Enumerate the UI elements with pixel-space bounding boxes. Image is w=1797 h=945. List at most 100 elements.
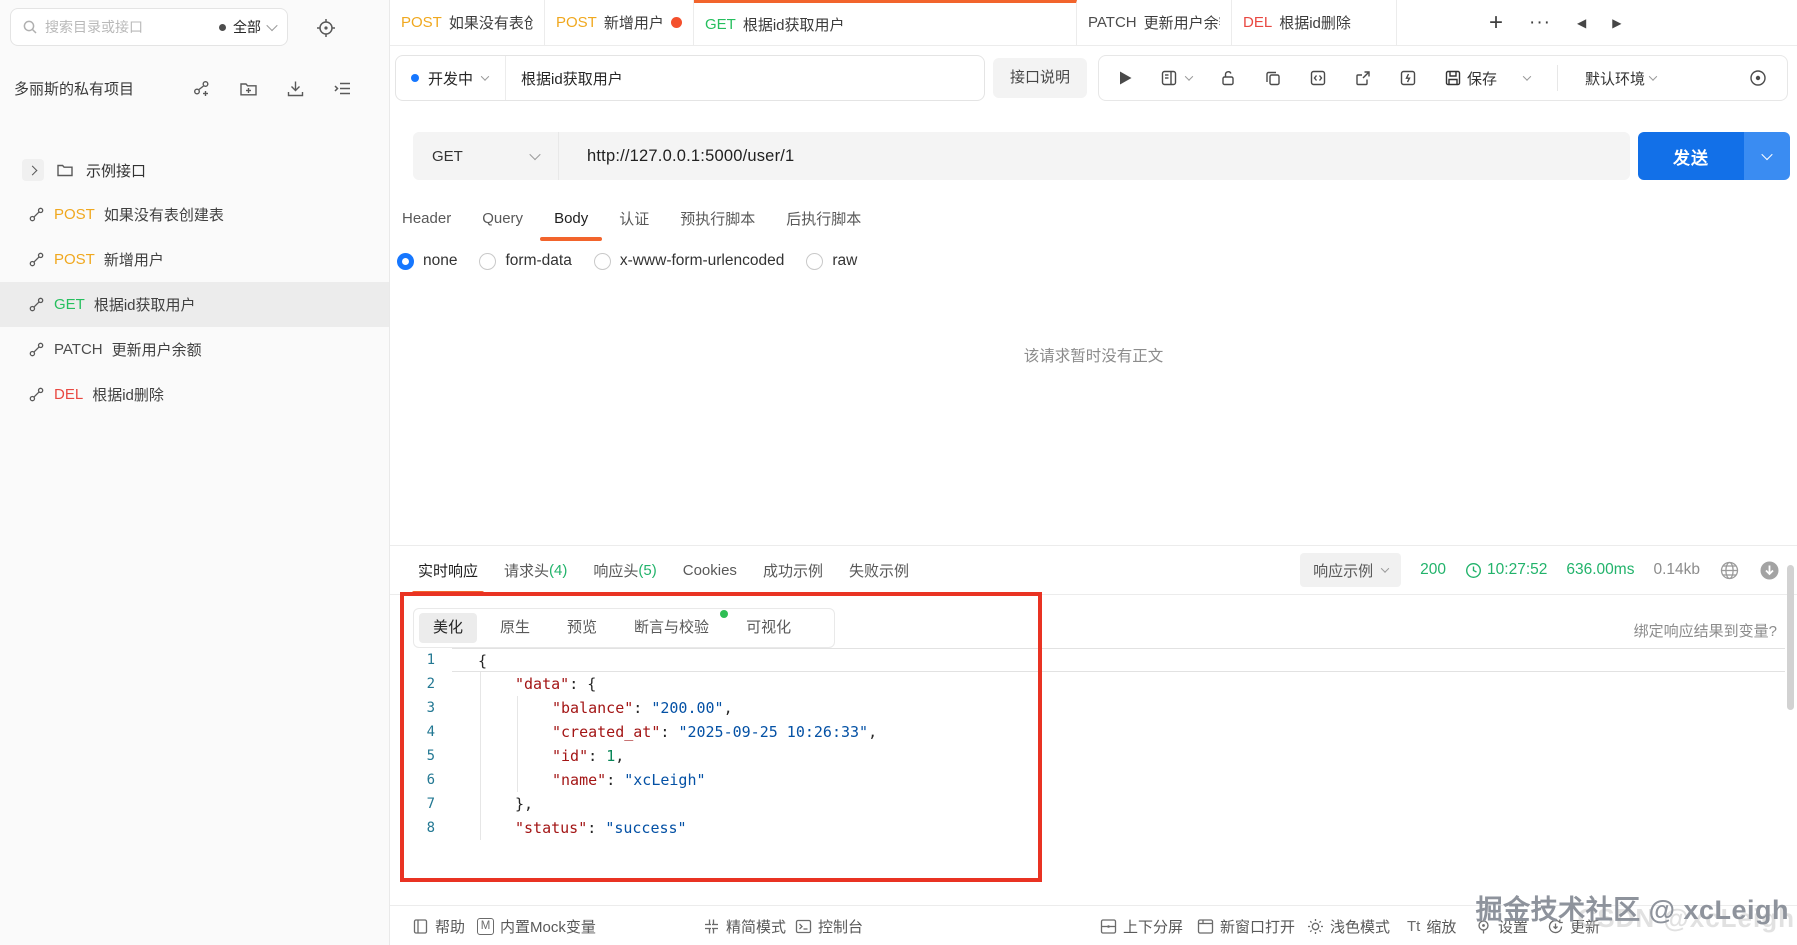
share-icon[interactable] [1354, 69, 1372, 87]
new-tab-icon[interactable]: + [1489, 10, 1503, 35]
api-icon [28, 251, 45, 268]
tab-auth[interactable]: 认证 [619, 192, 649, 244]
new-folder-icon[interactable] [239, 79, 258, 98]
view-tab-assert[interactable]: 断言与校验 [620, 610, 729, 643]
run-icon[interactable] [1118, 70, 1133, 86]
light-mode-button[interactable]: 浅色模式 [1307, 906, 1390, 945]
unsaved-dot [671, 17, 682, 28]
radio-none[interactable]: none [397, 252, 457, 270]
view-tab-raw[interactable]: 原生 [486, 613, 544, 643]
environment-dropdown[interactable]: 默认环境 [1585, 68, 1658, 89]
tab-request-headers[interactable]: 请求头 (4) [504, 546, 567, 594]
console-button[interactable]: 控制台 [795, 906, 863, 945]
method-badge: PATCH [54, 341, 103, 358]
docs-panel-dropdown[interactable] [1160, 69, 1194, 87]
tab-header[interactable]: Header [402, 192, 451, 244]
tab-fail-example[interactable]: 失败示例 [849, 546, 909, 594]
bolt-icon[interactable] [1399, 69, 1417, 87]
tab-body[interactable]: Body [539, 192, 603, 244]
body-type-options: none form-data x-www-form-urlencoded raw [397, 252, 857, 270]
tab-pre-script[interactable]: 预执行脚本 [680, 192, 755, 244]
locate-icon[interactable] [314, 16, 338, 40]
vertical-scrollbar[interactable] [1787, 565, 1794, 710]
tab-live-response[interactable]: 实时响应 [411, 546, 485, 595]
bind-result-link[interactable]: 绑定响应结果到变量? [1634, 620, 1777, 641]
request-title[interactable]: 根据id获取用户 [506, 68, 623, 89]
clock-icon [1465, 562, 1482, 579]
tab-response-headers[interactable]: 响应头 (5) [593, 546, 656, 594]
tab-method: DEL [1243, 14, 1273, 31]
new-window-button[interactable]: 新窗口打开 [1197, 906, 1295, 945]
code-icon[interactable] [1309, 69, 1327, 87]
globe-icon[interactable] [1719, 560, 1740, 581]
radio-raw[interactable]: raw [806, 252, 857, 270]
search-filter[interactable]: 全部 [219, 17, 278, 37]
tab-get-user[interactable]: GET 根据id获取用户 [694, 0, 1077, 45]
radio-urlencoded[interactable]: x-www-form-urlencoded [593, 252, 784, 270]
new-api-icon[interactable] [192, 79, 211, 98]
split-screen-button[interactable]: 上下分屏 [1100, 906, 1183, 945]
search-icon [22, 19, 38, 35]
save-button[interactable]: 保存 [1444, 68, 1497, 89]
sidebar-item-update-balance[interactable]: PATCH 更新用户余额 [0, 327, 389, 372]
sidebar-item-add-user[interactable]: POST 新增用户 [0, 237, 389, 282]
collapse-list-icon[interactable] [333, 79, 352, 98]
zoom-button[interactable]: Tt 缩放 [1407, 906, 1456, 945]
nav-forward-icon[interactable]: ▶ [1612, 16, 1621, 30]
tab-post-script[interactable]: 后执行脚本 [786, 192, 861, 244]
api-icon [28, 206, 45, 223]
download-response-icon[interactable] [1759, 560, 1780, 581]
response-example-dropdown[interactable]: 响应示例 [1300, 553, 1402, 587]
status-code: 200 [1420, 561, 1447, 578]
method-value: GET [432, 147, 463, 165]
code-line: 3 "balance": "200.00", [426, 699, 733, 717]
api-icon [28, 296, 45, 313]
sidebar-item-get-user[interactable]: GET 根据id获取用户 [0, 282, 389, 327]
status-dropdown[interactable]: 开发中 [396, 56, 505, 100]
radio-icon [593, 252, 611, 270]
main-area: POST 如果没有表创建 POST 新增用户 GET 根据id获取用户 PATC… [390, 0, 1797, 945]
tab-cookies[interactable]: Cookies [683, 546, 737, 594]
count-badge: (4) [549, 561, 568, 579]
expand-icon[interactable] [22, 159, 44, 181]
compact-mode-button[interactable]: 精简模式 [703, 906, 786, 945]
tab-create-table[interactable]: POST 如果没有表创建 [390, 0, 545, 45]
more-tabs-icon[interactable]: ··· [1529, 12, 1551, 34]
send-options-chevron[interactable] [1744, 132, 1790, 180]
help-button[interactable]: 帮助 [412, 906, 465, 945]
save-label: 保存 [1467, 70, 1498, 88]
tab-success-example[interactable]: 成功示例 [763, 546, 823, 594]
mock-variables-button[interactable]: M 内置Mock变量 [477, 906, 596, 945]
radio-icon [397, 252, 414, 270]
search-input[interactable] [45, 19, 173, 35]
view-tab-visualize[interactable]: 可视化 [732, 613, 805, 643]
import-icon[interactable] [286, 79, 305, 98]
count-badge: (5) [638, 561, 657, 579]
save-more-chevron[interactable] [1522, 72, 1532, 81]
method-select[interactable]: GET [413, 132, 559, 180]
tab-add-user[interactable]: POST 新增用户 [545, 0, 694, 45]
search-box[interactable]: 全部 [10, 8, 288, 46]
view-tab-preview[interactable]: 预览 [553, 613, 611, 643]
tab-delete-user[interactable]: DEL 根据id删除 [1232, 0, 1397, 45]
sidebar-item-delete-user[interactable]: DEL 根据id删除 [0, 372, 389, 417]
code-line: 6 "name": "xcLeigh" [426, 771, 706, 789]
nav-back-icon[interactable]: ◀ [1577, 16, 1586, 30]
send-button[interactable]: 发送 [1638, 132, 1790, 180]
tab-query[interactable]: Query [482, 192, 523, 244]
unlock-icon[interactable] [1219, 69, 1237, 87]
tree-folder[interactable]: 示例接口 [0, 148, 389, 192]
tab-update-balance[interactable]: PATCH 更新用户余额 [1077, 0, 1232, 45]
code-line: 5 "id": 1, [426, 747, 625, 765]
eye-icon[interactable] [1748, 68, 1768, 88]
url-input[interactable]: http://127.0.0.1:5000/user/1 [559, 147, 794, 166]
radio-form-data[interactable]: form-data [479, 252, 572, 270]
api-doc-button[interactable]: 接口说明 [993, 58, 1088, 98]
view-tab-pretty[interactable]: 美化 [419, 613, 478, 643]
response-json-viewer[interactable]: 1{ 2 "data": { 3 "balance": "200.00", 4 "cr… [390, 648, 1797, 840]
sidebar-item-create-table[interactable]: POST 如果没有表创建表 [0, 192, 389, 237]
code-line: 1{ [390, 648, 1797, 672]
copy-icon[interactable] [1264, 69, 1282, 87]
assert-pass-dot [720, 610, 729, 618]
chevron-down-icon [480, 72, 490, 81]
